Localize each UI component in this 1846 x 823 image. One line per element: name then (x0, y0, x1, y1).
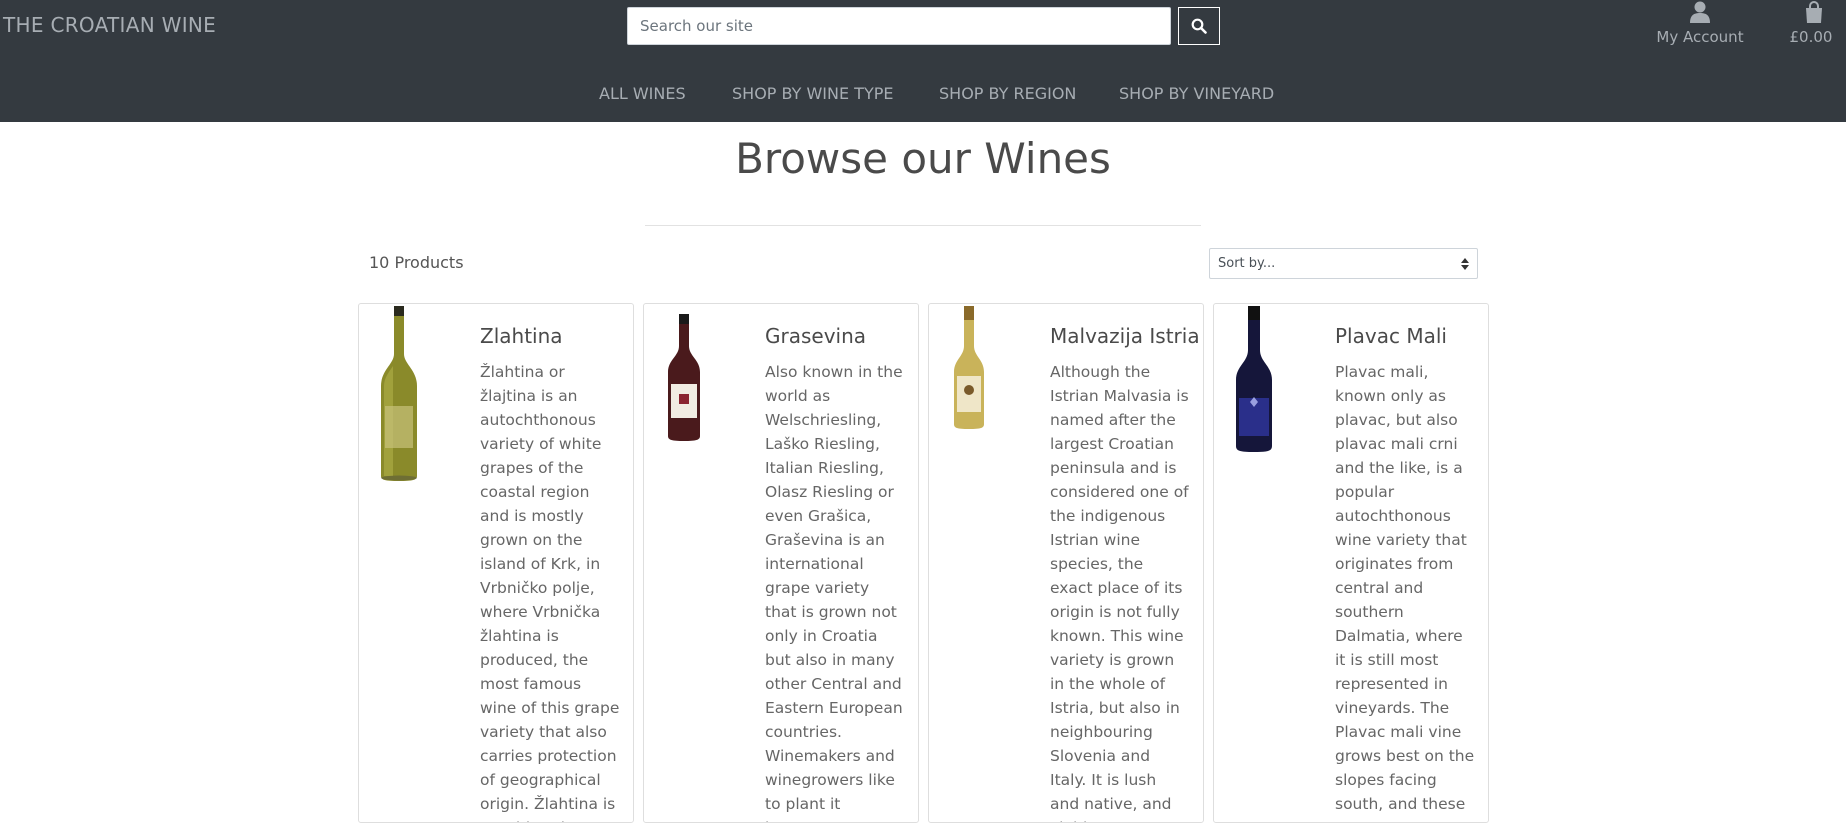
page-title: Browse our Wines (735, 134, 1111, 183)
header: THE CROATIAN WINE My Account £0.00 ALL W… (0, 0, 1846, 122)
product-card[interactable]: Grasevina Also known in the world as Wel… (643, 303, 919, 823)
nav-item-shop-by-wine-type[interactable]: SHOP BY WINE TYPE (732, 84, 893, 103)
search-button[interactable] (1178, 7, 1220, 45)
cart-link[interactable]: £0.00 (1780, 0, 1846, 50)
nav-item-shop-by-vineyard[interactable]: SHOP BY VINEYARD (1119, 84, 1274, 103)
sort-select[interactable]: Sort by... (1209, 248, 1478, 279)
search-input[interactable] (627, 7, 1171, 45)
wine-bottle-image (668, 314, 700, 441)
select-arrows-icon (1461, 257, 1469, 270)
main-nav: ALL WINES SHOP BY WINE TYPE SHOP BY REGI… (0, 84, 1846, 104)
product-card[interactable]: Malvazija Istria Although the Istrian Ma… (928, 303, 1204, 823)
product-count: 10 Products (369, 253, 464, 272)
product-description: Also known in the world as Welschrieslin… (765, 363, 903, 822)
nav-item-shop-by-region[interactable]: SHOP BY REGION (939, 84, 1076, 103)
wine-bottle-image (381, 306, 417, 481)
product-name[interactable]: Malvazija Istria (1050, 324, 1200, 348)
divider (645, 225, 1201, 226)
product-description: Žlahtina or žlajtina is an autochthonous… (480, 363, 620, 822)
product-name[interactable]: Plavac Mali (1335, 324, 1447, 348)
cart-total: £0.00 (1789, 28, 1833, 46)
product-name[interactable]: Grasevina (765, 324, 866, 348)
my-account-link[interactable]: My Account (1650, 0, 1750, 50)
site-logo-link[interactable]: THE CROATIAN WINE (3, 13, 216, 37)
wine-bottle-image (954, 306, 984, 429)
my-account-label: My Account (1656, 28, 1744, 46)
wine-bottle-image (1236, 306, 1272, 452)
shopping-bag-icon (1806, 1, 1822, 23)
product-description: Although the Istrian Malvasia is named a… (1050, 363, 1189, 822)
user-icon (1690, 1, 1710, 23)
sort-select-label: Sort by... (1218, 256, 1276, 271)
product-card[interactable]: Plavac Mali Plavac mali, known only as p… (1213, 303, 1489, 823)
product-card[interactable]: Zlahtina Žlahtina or žlajtina is an auto… (358, 303, 634, 823)
search-icon (1191, 18, 1207, 34)
product-name[interactable]: Zlahtina (480, 324, 563, 348)
nav-item-all-wines[interactable]: ALL WINES (599, 84, 686, 103)
product-description: Plavac mali, known only as plavac, but a… (1335, 363, 1475, 813)
